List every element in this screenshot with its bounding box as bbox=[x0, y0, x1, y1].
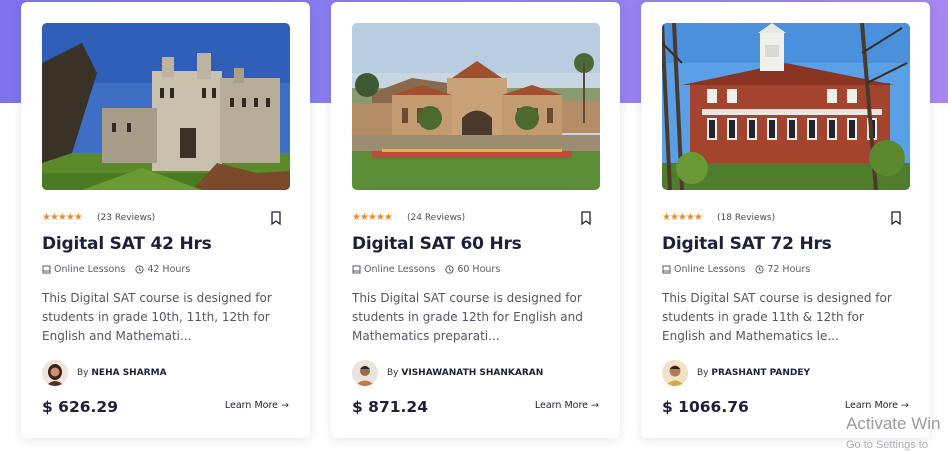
course-title[interactable]: Digital SAT 42 Hrs bbox=[42, 234, 212, 254]
course-description: This Digital SAT course is designed for … bbox=[42, 291, 272, 343]
course-price: $ 626.29 bbox=[42, 398, 118, 416]
activate-windows-watermark: Activate Win bbox=[846, 414, 941, 433]
course-title[interactable]: Digital SAT 60 Hrs bbox=[352, 234, 522, 254]
by-label: By bbox=[697, 368, 709, 378]
course-title[interactable]: Digital SAT 72 Hrs bbox=[662, 234, 832, 254]
review-count: (24 Reviews) bbox=[407, 213, 466, 223]
stanford-quad-image bbox=[352, 23, 600, 190]
book-icon bbox=[352, 265, 361, 274]
course-image[interactable] bbox=[352, 23, 600, 190]
course-description: This Digital SAT course is designed for … bbox=[352, 291, 583, 343]
clock-icon bbox=[755, 265, 764, 274]
by-label: By bbox=[77, 368, 89, 378]
learn-more-link[interactable]: Learn More → bbox=[845, 400, 909, 411]
author-name[interactable]: NEHA SHARMA bbox=[91, 368, 166, 378]
book-icon bbox=[42, 265, 51, 274]
author-byline: By VISHAWANATH SHANKARAN bbox=[387, 368, 543, 378]
avatar bbox=[42, 360, 68, 386]
bookmark-icon[interactable] bbox=[580, 211, 592, 225]
review-count: (23 Reviews) bbox=[97, 213, 156, 223]
course-image[interactable] bbox=[42, 23, 290, 190]
bookmark-icon[interactable] bbox=[890, 211, 902, 225]
learn-more-link[interactable]: Learn More → bbox=[225, 400, 289, 411]
clock-icon bbox=[445, 265, 454, 274]
course-price: $ 871.24 bbox=[352, 398, 428, 416]
course-meta: Online Lessons 72 Hours bbox=[662, 263, 810, 277]
course-description: This Digital SAT course is designed for … bbox=[662, 291, 892, 343]
avatar bbox=[662, 360, 688, 386]
course-card[interactable]: ★★★★★ (24 Reviews) Digital SAT 60 Hrs On… bbox=[331, 2, 620, 438]
lesson-mode: Online Lessons bbox=[674, 264, 746, 275]
rating-row: ★★★★★ (18 Reviews) bbox=[662, 210, 910, 226]
bookmark-icon[interactable] bbox=[270, 211, 282, 225]
star-rating-icon: ★★★★★ bbox=[42, 212, 83, 223]
author-byline: By NEHA SHARMA bbox=[77, 368, 167, 378]
gothic-building-image bbox=[42, 23, 290, 190]
lesson-mode: Online Lessons bbox=[54, 264, 126, 275]
rating-row: ★★★★★ (24 Reviews) bbox=[352, 210, 600, 226]
star-rating-icon: ★★★★★ bbox=[352, 212, 393, 223]
star-rating-icon: ★★★★★ bbox=[662, 212, 703, 223]
course-card[interactable]: ★★★★★ (18 Reviews) Digital SAT 72 Hrs On… bbox=[641, 2, 930, 438]
rating-row: ★★★★★ (23 Reviews) bbox=[42, 210, 290, 226]
clock-icon bbox=[135, 265, 144, 274]
review-count: (18 Reviews) bbox=[717, 213, 776, 223]
course-hours: 42 Hours bbox=[147, 264, 191, 275]
brick-hall-image bbox=[662, 23, 910, 190]
book-icon bbox=[662, 265, 671, 274]
course-image[interactable] bbox=[662, 23, 910, 190]
lesson-mode: Online Lessons bbox=[364, 264, 436, 275]
course-meta: Online Lessons 42 Hours bbox=[42, 263, 190, 277]
author-byline: By PRASHANT PANDEY bbox=[697, 368, 810, 378]
course-meta: Online Lessons 60 Hours bbox=[352, 263, 500, 277]
author-name[interactable]: VISHAWANATH SHANKARAN bbox=[401, 368, 543, 378]
activate-windows-subtext: Go to Settings to bbox=[846, 439, 928, 451]
learn-more-link[interactable]: Learn More → bbox=[535, 400, 599, 411]
course-hours: 60 Hours bbox=[457, 264, 501, 275]
by-label: By bbox=[387, 368, 399, 378]
course-card[interactable]: ★★★★★ (23 Reviews) Digital SAT 42 Hrs On… bbox=[21, 2, 310, 438]
avatar bbox=[352, 360, 378, 386]
author-name[interactable]: PRASHANT PANDEY bbox=[711, 368, 810, 378]
course-price: $ 1066.76 bbox=[662, 398, 749, 416]
course-hours: 72 Hours bbox=[767, 264, 811, 275]
